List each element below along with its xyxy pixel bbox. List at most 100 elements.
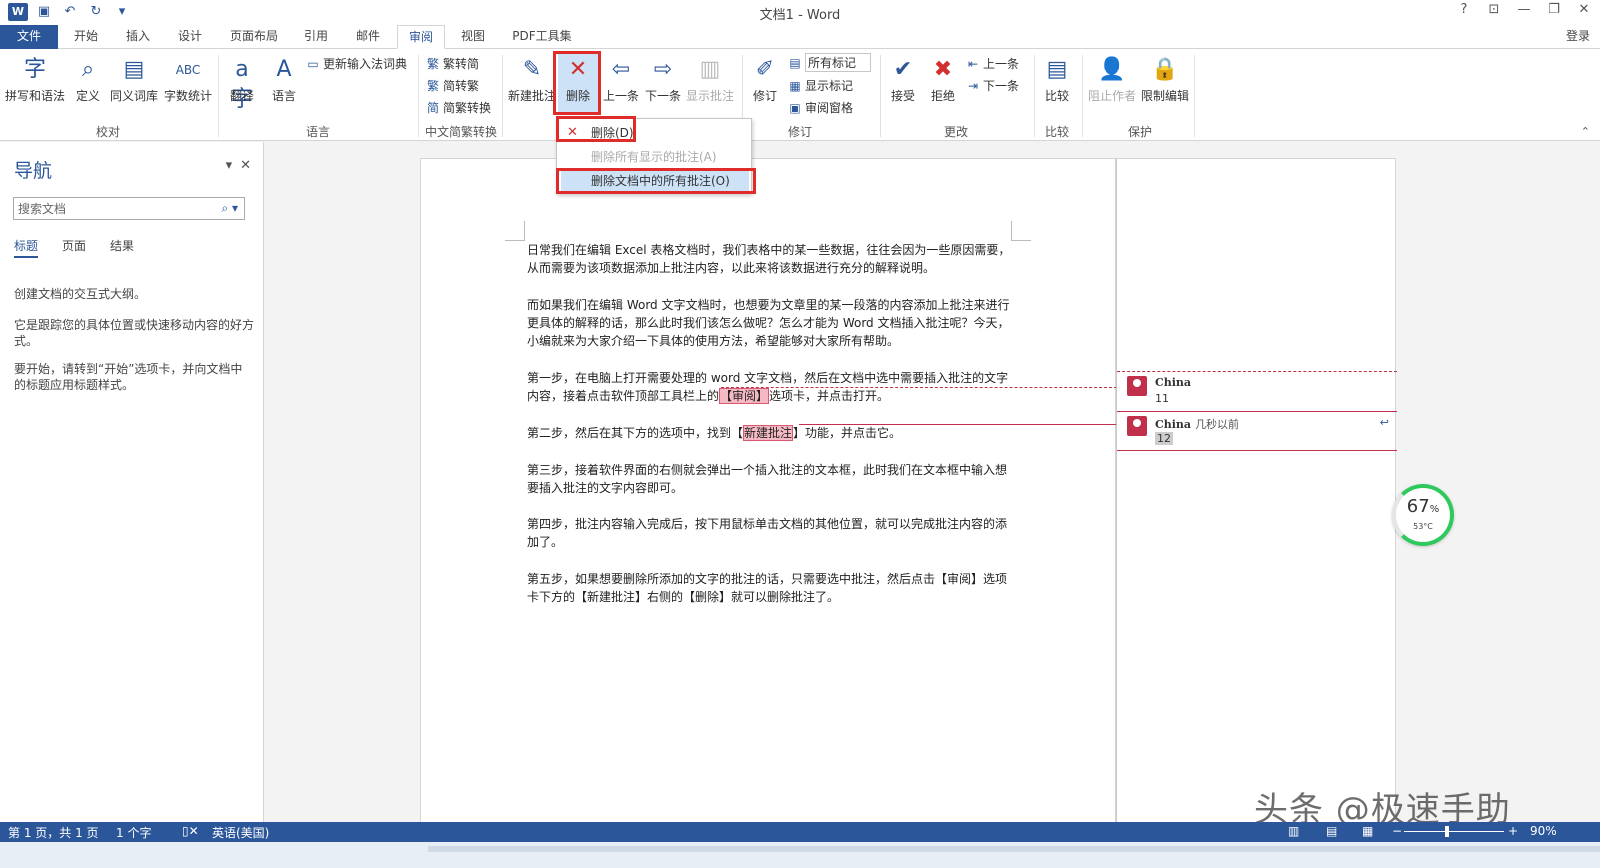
nav-options-icon[interactable]: ▾ (226, 158, 233, 173)
show-comments-button[interactable]: ▥ 显示批注 (686, 55, 734, 104)
margin-corner (505, 221, 525, 241)
language-button[interactable]: A 语言 (266, 55, 302, 104)
login-link[interactable]: 登录 (1566, 27, 1590, 44)
accept-button[interactable]: ✔ 接受 (886, 55, 920, 104)
tab-pdf-tools[interactable]: PDF工具集 (508, 25, 576, 49)
next-change-button[interactable]: ⇥ 下一条 (966, 77, 1019, 94)
print-layout-icon[interactable]: ▤ (1326, 824, 1337, 838)
markup-select[interactable]: ▤ 所有标记 (788, 53, 872, 72)
word-count-button[interactable]: ABC 字数统计 (162, 55, 214, 104)
tab-design[interactable]: 设计 (172, 25, 208, 49)
restore-icon[interactable]: ❐ (1546, 2, 1562, 17)
group-label-language: 语言 (305, 125, 330, 139)
track-changes-button[interactable]: ✐ 修订 (748, 55, 782, 104)
zoom-slider-thumb[interactable] (1445, 826, 1449, 837)
search-input[interactable] (14, 198, 209, 219)
read-mode-icon[interactable]: ▥ (1288, 824, 1299, 838)
nav-tab-results[interactable]: 结果 (110, 237, 134, 258)
menu-item-delete-all-shown[interactable]: 删除所有显示的批注(A) (561, 146, 749, 168)
update-ime-button[interactable]: ▭ 更新输入法词典 (306, 55, 407, 72)
nav-title: 导航 (14, 160, 53, 182)
ribbon-separator (502, 55, 503, 137)
tab-review[interactable]: 审阅 (397, 25, 445, 49)
comment-balloon[interactable]: China 几秒以前 12 ↩ (1117, 411, 1397, 451)
annotation-box-delete-item (556, 116, 636, 142)
show-markup-button[interactable]: ▦ 显示标记 (788, 77, 853, 94)
tab-view[interactable]: 视图 (455, 25, 491, 49)
to-traditional-button[interactable]: 繁 简转繁 (426, 77, 479, 94)
language-icon: A (276, 57, 292, 82)
markup-icon: ▤ (789, 55, 801, 70)
doc-paragraph: 第四步，批注内容输入完成后，按下用鼠标单击文档的其他位置，就可以完成批注内容的添… (527, 517, 1008, 549)
nav-close-icon[interactable]: ✕ (240, 158, 251, 173)
annotation-box-delete (553, 51, 601, 115)
proofing-icon[interactable]: ▯✕ (182, 824, 199, 838)
gauge-percent: 67% (1396, 496, 1450, 517)
annotation-box-delete-all (556, 168, 756, 194)
previous-change-button[interactable]: ⇤ 上一条 (966, 55, 1019, 72)
restrict-editing-icon: 🔒 (1151, 57, 1179, 82)
restrict-editing-button[interactable]: 🔒 限制编辑 (1140, 55, 1190, 104)
group-label-compare: 比较 (1044, 125, 1069, 139)
spelling-grammar-button[interactable]: 字 拼写和语法 (4, 55, 66, 104)
previous-comment-button[interactable]: ⇦ 上一条 (602, 55, 640, 104)
comment-anchor-1[interactable]: 【审阅】 (719, 388, 770, 404)
new-comment-button[interactable]: ✎ 新建批注 (508, 55, 556, 104)
nav-tab-pages[interactable]: 页面 (62, 237, 86, 258)
search-icon[interactable]: ⌕ ▾ (221, 201, 238, 216)
comment-balloon[interactable]: China 11 (1117, 371, 1397, 409)
convert-icon: 简 (426, 101, 439, 115)
performance-gauge[interactable]: 67% 53°C (1392, 484, 1454, 546)
close-icon[interactable]: ✕ (1576, 2, 1592, 17)
document-page[interactable]: 日常我们在编辑 Excel 表格文档时，我们表格中的某一些数据，往往会因为一些原… (420, 158, 1117, 838)
ribbon-tab-bar: 文件 开始 插入 设计 页面布局 引用 邮件 审阅 视图 PDF工具集 登录 (0, 25, 1600, 49)
zoom-in-icon[interactable]: + (1508, 824, 1518, 838)
zoom-slider-track[interactable] (1404, 831, 1504, 832)
accept-icon: ✔ (893, 57, 913, 82)
collapse-ribbon-icon[interactable]: ⌃ (1581, 125, 1590, 138)
block-authors-button[interactable]: 👤 阻止作者 (1088, 55, 1136, 104)
nav-search-box: ⌕ ▾ (13, 197, 245, 220)
nav-controls: ▾ ✕ (226, 158, 251, 173)
nav-tab-headings[interactable]: 标题 (14, 237, 39, 258)
minimize-icon[interactable]: — (1516, 2, 1532, 17)
comment-text[interactable]: 11 (1155, 392, 1169, 405)
group-label-changes: 更改 (943, 125, 968, 139)
tab-mailings[interactable]: 邮件 (350, 25, 386, 49)
status-word-count[interactable]: 1 个字 (116, 824, 151, 841)
to-simplified-button[interactable]: 繁 繁转简 (426, 55, 479, 72)
next-comment-button[interactable]: ⇨ 下一条 (644, 55, 682, 104)
web-layout-icon[interactable]: ▦ (1362, 824, 1373, 838)
show-markup-icon: ▦ (789, 78, 801, 93)
define-button[interactable]: ⌕ 定义 (72, 55, 104, 104)
ribbon-display-icon[interactable]: ⊡ (1486, 2, 1502, 17)
tab-insert[interactable]: 插入 (120, 25, 156, 49)
scroll-bar[interactable] (428, 846, 1600, 852)
doc-paragraph: 日常我们在编辑 Excel 表格文档时，我们表格中的某一些数据，往往会因为一些原… (527, 243, 1011, 275)
reject-button[interactable]: ✖ 拒绝 (926, 55, 960, 104)
zoom-out-icon[interactable]: − (1392, 824, 1402, 838)
tab-page-layout[interactable]: 页面布局 (224, 25, 284, 49)
help-icon[interactable]: ? (1456, 2, 1472, 17)
compare-button[interactable]: ▤ 比较 (1040, 55, 1074, 104)
avatar (1127, 376, 1147, 396)
markup-area: China 11 China 几秒以前 12 ↩ (1116, 158, 1397, 838)
reply-icon[interactable]: ↩ (1380, 416, 1389, 429)
thesaurus-button[interactable]: ▤ 同义词库 (108, 55, 160, 104)
window-controls: ? ⊡ — ❐ ✕ (1456, 2, 1592, 17)
simplified-traditional-convert-button[interactable]: 简 简繁转换 (426, 99, 491, 116)
zoom-level[interactable]: 90% (1530, 824, 1557, 838)
group-label-protect: 保护 (1127, 125, 1152, 139)
comment-anchor-2[interactable]: 新建批注 (743, 425, 794, 441)
status-language[interactable]: 英语(美国) (212, 824, 269, 841)
comment-text[interactable]: 12 (1155, 432, 1173, 445)
translate-button[interactable]: a字 翻译 (224, 55, 260, 112)
nav-hint-1: 创建文档的交互式大纲。 (14, 287, 147, 301)
simplified-icon: 繁 (426, 57, 439, 71)
comment-connector-1 (721, 387, 1117, 388)
reviewing-pane-button[interactable]: ▣ 审阅窗格 (788, 99, 853, 116)
tab-file[interactable]: 文件 (0, 25, 58, 49)
tab-home[interactable]: 开始 (68, 25, 104, 49)
status-page[interactable]: 第 1 页，共 1 页 (8, 824, 99, 841)
tab-references[interactable]: 引用 (298, 25, 334, 49)
